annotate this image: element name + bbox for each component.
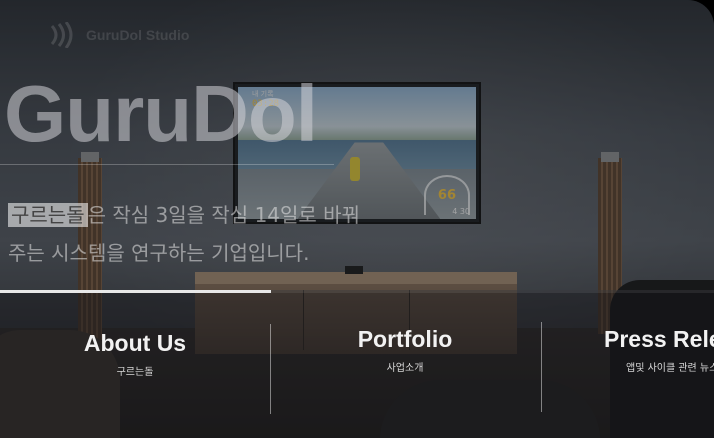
nav-subtitle: 앱및 사이클 관련 뉴스 (626, 363, 714, 374)
tagline-line1: 은 작심 3일을 작심 14일로 바꿔 (87, 203, 360, 227)
nav-press-release[interactable]: Press Release 앱및 사이클 관련 뉴스 (604, 326, 714, 374)
hero-section: 내 기록 03:28 66 4 30 GuruDol Studio GuruDo… (0, 0, 714, 438)
sound-wave-icon (50, 22, 73, 48)
nav-title: About Us (83, 330, 187, 356)
logo[interactable]: GuruDol Studio (48, 22, 189, 48)
nav-subtitle: 사업소개 (386, 363, 424, 374)
tagline-highlight: 구르는돌 (8, 203, 88, 227)
tagline-line2: 주는 시스템을 연구하는 기업입니다. (8, 241, 310, 265)
slide-progress-fill (0, 290, 272, 293)
nav-divider (541, 322, 542, 412)
title-underline (0, 164, 334, 165)
nav-title: Portfolio (357, 326, 453, 352)
slide-progress-bar (0, 290, 714, 293)
nav-about-us[interactable]: About Us 구르는돌 (70, 330, 200, 378)
hero-tagline: 구르는돌 은 작심 3일을 작심 14일로 바꿔 주는 시스템을 연구하는 기업입… (8, 196, 360, 272)
hero-title: GuruDol (4, 69, 318, 158)
nav-divider (270, 324, 271, 414)
nav-portfolio[interactable]: Portfolio 사업소개 (340, 326, 470, 374)
nav-title: Press Release (604, 326, 714, 352)
nav-subtitle: 구르는돌 (116, 367, 154, 378)
logo-text: GuruDol Studio (86, 27, 190, 43)
